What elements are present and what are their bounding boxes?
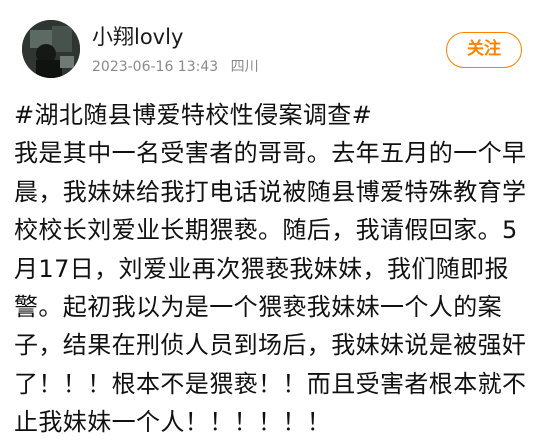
post-text-line: 子，结果在刑侦人员到场后，我妹妹说是被强奸 (14, 331, 527, 360)
avatar-image (22, 20, 80, 78)
post-timestamp: 2023-06-16 13:43 (92, 59, 219, 75)
post-text-line: 警。起初我以为是一个猥亵我妹妹一个人的案 (14, 292, 502, 321)
post-text-line: 我是其中一名受害者的哥哥。去年五月的一个早 (14, 139, 527, 168)
post-text-line: 了！！！根本不是猥亵！！而且受害者根本就不 (14, 369, 527, 398)
post-header: 小翔lovly 2023-06-16 13:43 四川 关注 (0, 0, 533, 90)
post-text-line: 止我妹妹一个人！！！！！！ (14, 408, 332, 437)
avatar[interactable] (22, 20, 80, 78)
author-name[interactable]: 小翔lovly (92, 24, 183, 50)
post-body: #湖北随县博爱特校性侵案调查# 我是其中一名受害者的哥哥。去年五月的一个早 晨，… (14, 96, 529, 442)
post-text-line: 校校长刘爱业长期猥亵。随后，我请假回家。5 (14, 216, 518, 245)
post-meta: 2023-06-16 13:43 四川 (92, 58, 259, 76)
post-text-line: 晨，我妹妹给我打电话说被随县博爱特殊教育学 (14, 177, 527, 206)
post-hashtag[interactable]: #湖北随县博爱特校性侵案调查# (14, 96, 529, 134)
post-text-line: 月17日，刘爱业再次猥亵我妹妹，我们随即报 (14, 254, 509, 283)
follow-button[interactable]: 关注 (446, 32, 522, 68)
post-location: 四川 (230, 59, 259, 75)
